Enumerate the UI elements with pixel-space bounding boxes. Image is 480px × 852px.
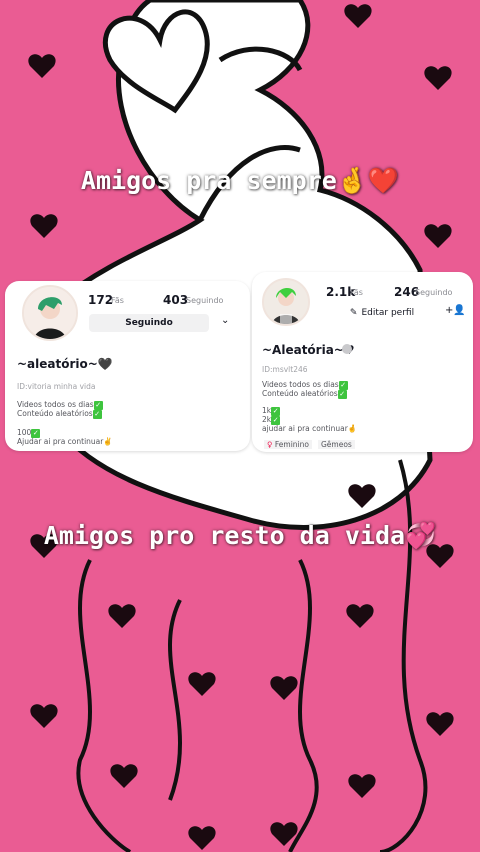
add-friend-icon[interactable]: +👤 xyxy=(445,305,466,316)
fans-label: Fãs xyxy=(111,296,124,305)
bio-line-3-text: 1k xyxy=(262,406,272,415)
edit-profile-label: Editar perfil xyxy=(361,307,415,318)
bio-line-2: Conteúdo aleatórios ✓ xyxy=(17,409,102,419)
caption-top-text: Amigos pra sempre xyxy=(80,166,337,195)
following-button-label: Seguindo xyxy=(125,318,173,328)
caption-bottom: Amigos pro resto da vida💞 xyxy=(0,520,480,551)
following-label: Seguindo xyxy=(186,296,224,305)
check-icon: ✓ xyxy=(337,389,347,399)
following-count: 403 xyxy=(163,293,189,307)
following-label: Seguindo xyxy=(415,288,453,297)
profile-name: ~Aleatória~♥ xyxy=(262,343,355,357)
profile-card-left: 172 Fãs 403 Seguindo Seguindo ⌄ ~aleatór… xyxy=(5,281,250,451)
avatar-illustration xyxy=(24,287,76,339)
female-icon: ♀ xyxy=(267,440,273,449)
tag-gender-label: Feminino xyxy=(274,440,309,449)
badge-icon xyxy=(342,344,352,354)
check-icon: ✓ xyxy=(92,409,102,419)
edit-icon: ✎ xyxy=(349,307,358,318)
caption-bottom-text: Amigos pro resto da vida xyxy=(43,521,406,550)
bio-line-3-text: 100 xyxy=(17,428,32,437)
profile-name: ~aleatório~🖤 xyxy=(17,357,113,371)
bio-line-5: ajudar ai pra continuar🤞 xyxy=(262,424,358,433)
fans-label: Fãs xyxy=(350,288,363,297)
profile-card-right: 2.1k Fãs 246 Seguindo ✎ Editar perfil +👤… xyxy=(252,272,473,452)
avatar-illustration xyxy=(264,280,308,324)
bio-line-4: Ajudar ai pra continuar✌️ xyxy=(17,437,113,446)
profile-id: ID:vitoria minha vida xyxy=(17,382,96,391)
following-button[interactable]: Seguindo xyxy=(89,314,209,332)
bio-line-1-text: Videos todos os dias xyxy=(17,400,94,409)
tag-gender[interactable]: ♀ Feminino xyxy=(264,440,312,449)
bio-line-2-text: Conteúdo aleatórios xyxy=(17,409,93,418)
caption-top: Amigos pra sempre🤞❤️ xyxy=(0,165,480,196)
bio-line-1-text: Videos todos os dias xyxy=(262,380,339,389)
avatar[interactable] xyxy=(262,278,310,326)
chevron-down-icon[interactable]: ⌄ xyxy=(221,315,229,326)
fans-count: 172 xyxy=(88,293,114,307)
avatar[interactable] xyxy=(22,285,78,341)
caption-bottom-emoji: 💞 xyxy=(405,521,437,550)
edit-profile-button[interactable]: ✎ Editar perfil xyxy=(326,304,438,321)
bio-line-4-text: 2k xyxy=(262,415,272,424)
bio-line-2-text: Conteúdo aleatórios xyxy=(262,389,338,398)
caption-top-emoji: 🤞❤️ xyxy=(336,166,400,195)
tag-sign[interactable]: Gêmeos xyxy=(318,440,355,449)
profile-id: ID:msvlt246 xyxy=(262,365,308,374)
bio-line-2: Conteúdo aleatórios ✓ xyxy=(262,389,347,399)
